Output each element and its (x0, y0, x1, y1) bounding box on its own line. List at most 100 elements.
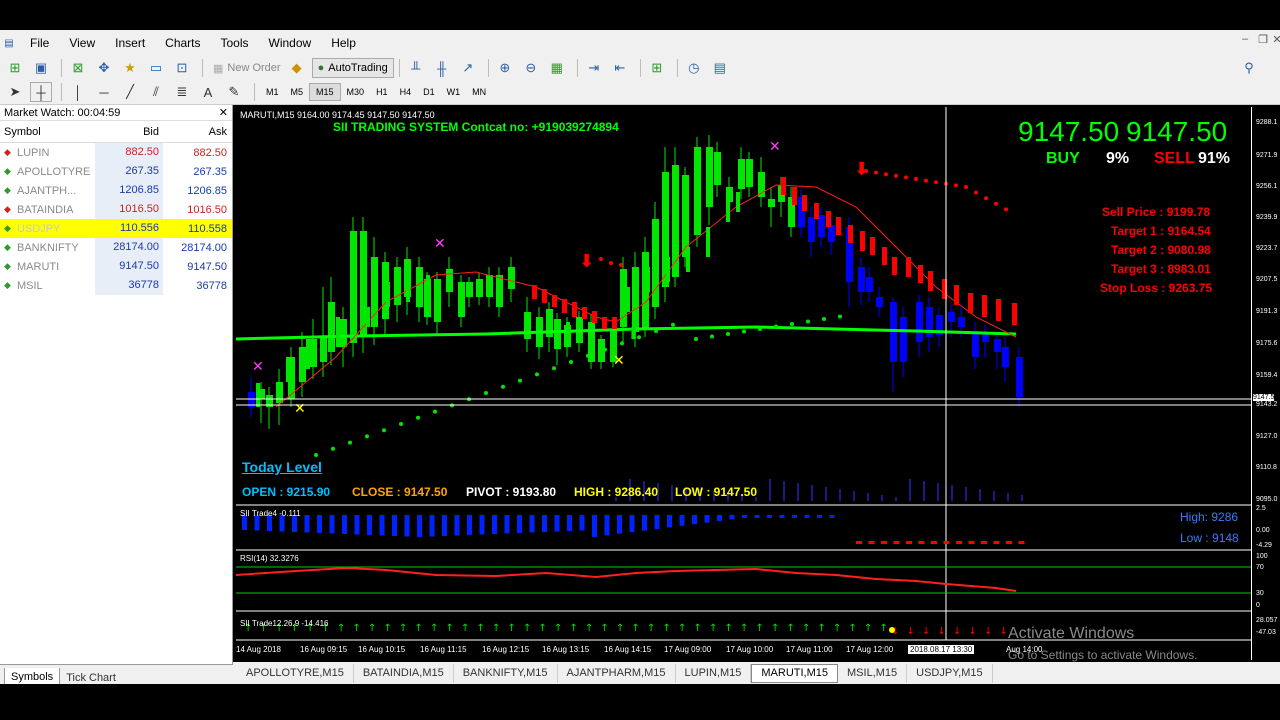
navigator-icon[interactable]: ★ (119, 58, 141, 78)
timeframe-m30[interactable]: M30 (341, 83, 371, 101)
up-arrow-icon: ↑ (337, 623, 345, 634)
menu-file[interactable]: File (20, 36, 59, 50)
bid-cell: 882.50 (95, 143, 163, 162)
sar-dot (552, 366, 556, 371)
price-scale[interactable]: 9288.1 9271.9 9256.1 9239.9 9223.7 9207.5 9191… (1251, 107, 1280, 660)
trendline-icon[interactable]: ╱ (119, 82, 141, 102)
minimize-icon[interactable]: – (1236, 33, 1254, 45)
down-arrow-icon: ◆ (4, 147, 11, 157)
candlesticks-icon[interactable]: ╫ (431, 58, 453, 78)
menu-charts[interactable]: Charts (155, 36, 210, 50)
sar-dot (620, 341, 624, 346)
sar-dot (535, 372, 539, 377)
chart-tab[interactable]: LUPIN,M15 (676, 663, 752, 683)
toolbar-divider (676, 59, 678, 77)
chart-tab[interactable]: BANKNIFTY,M15 (454, 663, 558, 683)
sar-dot (790, 322, 794, 326)
price-label: 9271.9 (1256, 152, 1278, 159)
timeframe-m1[interactable]: M1 (260, 83, 285, 101)
price-label: 9143.2 (1256, 401, 1278, 408)
crosshair-icon[interactable]: ┼ (30, 82, 52, 102)
timeframe-d1[interactable]: D1 (417, 83, 441, 101)
cursor-icon[interactable]: ➤ (4, 82, 26, 102)
data-window-icon[interactable]: ✥ (93, 58, 115, 78)
strategy-tester-icon[interactable]: ⊡ (171, 58, 193, 78)
menu-window[interactable]: Window (259, 36, 322, 50)
fibonacci-icon[interactable]: ≣ (171, 82, 193, 102)
up-arrow-icon: ◆ (4, 223, 11, 233)
vertical-line-icon[interactable]: │ (67, 82, 89, 102)
close-icon[interactable]: ✕ (219, 106, 228, 119)
bearish-bar (532, 285, 537, 299)
periods-icon[interactable]: ◷ (683, 58, 705, 78)
channel-icon[interactable]: ⫽ (145, 82, 167, 102)
timeframe-m15[interactable]: M15 (309, 83, 341, 101)
chart-tab[interactable]: MSIL,M15 (838, 663, 908, 683)
chart-tab[interactable]: USDJPY,M15 (907, 663, 993, 683)
new-chart-icon[interactable]: ⊞ (4, 58, 26, 78)
chart-canvas[interactable]: ✕ ✕ ✕ ✕ ✕ ⬇ ⬇ ⬆ ↑ ↑ ↑ ↑ ↑ ↑ ↑ ↑ ↑ ↑ ↑ ↑ ↑ ↑ ↑ ↑ ↑ ↑ ↑ ↑ ↑ ↑ ↑ ↑ ↑ ↑ ↑ ↑ ↑ ↑ ↑ ↑… (236, 107, 1251, 660)
market-watch-row[interactable]: ◆ MARUTI 9147.50 9147.50 (0, 257, 232, 276)
bullish-bar (626, 287, 630, 312)
histogram-bar (881, 541, 887, 544)
indicators-icon[interactable]: ⊞ (646, 58, 668, 78)
metaeditor-icon[interactable]: ◆ (286, 58, 308, 78)
candle-body (972, 332, 979, 357)
bid-column-header[interactable]: Bid (95, 126, 163, 138)
symbol-column-header[interactable]: Symbol (0, 126, 95, 138)
price-label: 9110.8 (1256, 464, 1277, 471)
timeframe-m5[interactable]: M5 (285, 83, 310, 101)
histogram-bar (1006, 541, 1012, 544)
search-icon[interactable]: ⚲ (1238, 58, 1260, 78)
timeframe-w1[interactable]: W1 (441, 83, 467, 101)
price-label: 9256.1 (1256, 183, 1278, 190)
ask-column-header[interactable]: Ask (163, 126, 231, 138)
chart-tab[interactable]: MARUTI,M15 (751, 663, 839, 683)
candle-body (394, 267, 401, 305)
menu-help[interactable]: Help (321, 36, 366, 50)
menu-view[interactable]: View (59, 36, 105, 50)
timeframe-h1[interactable]: H1 (370, 83, 394, 101)
chart-tab[interactable]: BATAINDIA,M15 (354, 663, 454, 683)
bearish-bar (612, 317, 617, 329)
profiles-icon[interactable]: ▣ (30, 58, 52, 78)
chart-tab[interactable]: AJANTPHARM,M15 (558, 663, 676, 683)
templates-icon[interactable]: ▤ (709, 58, 731, 78)
new-order-button[interactable]: ▦ New Order (208, 58, 286, 78)
market-watch-row[interactable]: ◆ LUPIN 882.50 882.50 (0, 143, 232, 162)
market-watch-row[interactable]: ◆ BATAINDIA 1016.50 1016.50 (0, 200, 232, 219)
market-watch-row[interactable]: ◆ AJANTPH... 1206.85 1206.85 (0, 181, 232, 200)
menu-insert[interactable]: Insert (105, 36, 155, 50)
zoom-in-icon[interactable]: ⊕ (494, 58, 516, 78)
menu-tools[interactable]: Tools (211, 36, 259, 50)
sar-dot (501, 384, 505, 389)
chart-window[interactable]: ✕ ✕ ✕ ✕ ✕ ⬇ ⬇ ⬆ ↑ ↑ ↑ ↑ ↑ ↑ ↑ ↑ ↑ ↑ ↑ ↑ ↑ ↑ ↑ ↑ ↑ ↑ ↑ ↑ ↑ ↑ ↑ ↑ ↑ ↑ ↑ ↑ ↑ ↑ ↑ ↑… (236, 107, 1251, 662)
shapes-icon[interactable]: ✎ (223, 82, 245, 102)
buy-percent: 9% (1106, 150, 1130, 167)
terminal-icon[interactable]: ▭ (145, 58, 167, 78)
high-value-label: High: 9286 (1180, 510, 1239, 524)
market-watch-row[interactable]: ◆ BANKNIFTY 28174.00 28174.00 (0, 238, 232, 257)
market-watch-icon[interactable]: ⊠ (67, 58, 89, 78)
histogram-bar (679, 515, 685, 526)
close-icon[interactable]: ✕ (1268, 33, 1280, 46)
market-watch-row[interactable]: ◆ MSIL 36778 36778 (0, 276, 232, 295)
timeframe-mn[interactable]: MN (466, 83, 492, 101)
indicator-scale-label: 2.5 (1256, 505, 1266, 512)
market-watch-row[interactable]: ◆ USDJPY 110.556 110.558 (0, 219, 232, 238)
zoom-out-icon[interactable]: ⊖ (520, 58, 542, 78)
bearish-bar (781, 177, 786, 195)
chart-tab[interactable]: APOLLOTYRE,M15 (237, 663, 354, 683)
timeframe-h4[interactable]: H4 (394, 83, 418, 101)
text-icon[interactable]: A (197, 82, 219, 102)
today-level-link[interactable]: Today Level (242, 459, 322, 475)
autotrading-button[interactable]: ● AutoTrading (311, 58, 394, 78)
horizontal-line-icon[interactable]: ─ (93, 82, 115, 102)
tile-windows-icon[interactable]: ▦ (546, 58, 568, 78)
bar-chart-icon[interactable]: ╨ (405, 58, 427, 78)
chart-shift-icon[interactable]: ⇥ (583, 58, 605, 78)
histogram-bar (868, 541, 875, 544)
market-watch-row[interactable]: ◆ APOLLOTYRE 267.35 267.35 (0, 162, 232, 181)
line-chart-icon[interactable]: ↗ (457, 58, 479, 78)
autoscroll-icon[interactable]: ⇤ (609, 58, 631, 78)
